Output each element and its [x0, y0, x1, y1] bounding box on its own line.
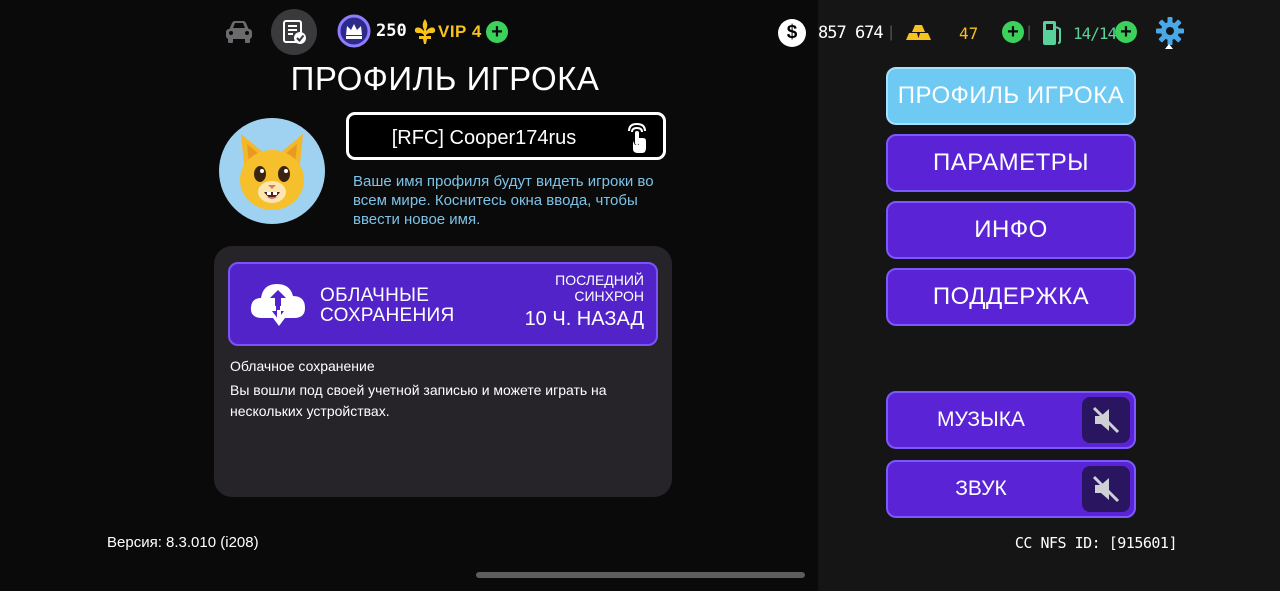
sync-label-line2: СИНХРОН	[574, 288, 644, 304]
separator: |	[1027, 24, 1032, 41]
dollar-icon: $	[778, 19, 806, 47]
menu-item-player-profile[interactable]: ПРОФИЛЬ ИГРОКА	[886, 67, 1136, 125]
settings-caret	[1165, 44, 1173, 49]
cloud-save-heading: Облачное сохранение	[230, 358, 375, 374]
last-sync-label: ПОСЛЕДНИЙ СИНХРОН	[555, 272, 644, 304]
vip-level: VIP 4	[438, 22, 482, 41]
cloud-title-line2: СОХРАНЕНИЯ	[320, 305, 455, 326]
player-name-field[interactable]: [RFC] Cooper174rus	[346, 112, 666, 160]
page-title: ПРОФИЛЬ ИГРОКА	[290, 60, 600, 97]
name-hint-text: Ваше имя профиля будут видеть игроки во …	[353, 173, 654, 228]
player-name-value: [RFC] Cooper174rus	[391, 127, 577, 149]
gold-plus-button[interactable]: +	[1002, 21, 1024, 43]
gold-value: 47	[959, 24, 979, 43]
plus-icon: +	[491, 21, 503, 43]
cloud-sync-icon	[250, 284, 305, 326]
gear-icon[interactable]	[1155, 16, 1185, 46]
vip-plus-button[interactable]: +	[486, 21, 508, 43]
fleur-de-lis-icon	[414, 19, 436, 44]
cloud-save-card: ОБЛАЧНЫЕ СОХРАНЕНИЯ ПОСЛЕДНИЙ СИНХРОН 10…	[214, 246, 672, 497]
cloud-save-button[interactable]: ОБЛАЧНЫЕ СОХРАНЕНИЯ ПОСЛЕДНИЙ СИНХРОН 10…	[228, 262, 658, 346]
fuel-value: 14/14	[1073, 24, 1117, 43]
plus-icon: +	[1007, 21, 1019, 43]
home-indicator[interactable]	[476, 572, 805, 578]
last-sync-value: 10 Ч. НАЗАД	[524, 308, 644, 330]
menu-item-parameters[interactable]: ПАРАМЕТРЫ	[886, 134, 1136, 192]
menu-item-support[interactable]: ПОДДЕРЖКА	[886, 268, 1136, 326]
fuel-pump-icon	[1043, 21, 1061, 45]
mute-icon	[1092, 406, 1120, 434]
avatar[interactable]	[219, 118, 325, 224]
gold-bars-icon	[906, 25, 931, 40]
crown-icon[interactable]	[337, 14, 371, 48]
document-check-icon	[283, 20, 306, 44]
cloud-save-title: ОБЛАЧНЫЕ СОХРАНЕНИЯ	[320, 286, 454, 326]
menu-item-info[interactable]: ИНФО	[886, 201, 1136, 259]
music-label: МУЗЫКА	[937, 408, 1025, 431]
music-toggle[interactable]: МУЗЫКА	[886, 391, 1136, 449]
mute-icon	[1092, 475, 1120, 503]
sound-mute-button[interactable]	[1082, 466, 1130, 512]
plus-icon: +	[1120, 21, 1132, 43]
cloud-save-description: Вы вошли под своей учетной записью и мож…	[230, 382, 607, 419]
version-label: Версия: 8.3.010 (i208)	[107, 534, 259, 551]
car-icon[interactable]	[223, 18, 255, 46]
sound-toggle[interactable]: ЗВУК	[886, 460, 1136, 518]
sync-label-line1: ПОСЛЕДНИЙ	[555, 272, 644, 288]
cash-value: 857 674	[818, 23, 884, 43]
cloud-title-line1: ОБЛАЧНЫЕ	[320, 285, 430, 306]
fuel-plus-button[interactable]: +	[1115, 21, 1137, 43]
player-id-label: CC NFS ID: [915601]	[1014, 534, 1178, 552]
cat-avatar-icon	[240, 134, 304, 210]
music-mute-button[interactable]	[1082, 397, 1130, 443]
sound-label: ЗВУК	[955, 477, 1007, 500]
tap-hand-icon	[628, 122, 646, 153]
vip-points-value: 250	[376, 21, 407, 41]
document-check-button[interactable]	[271, 9, 317, 55]
separator: |	[889, 24, 894, 41]
